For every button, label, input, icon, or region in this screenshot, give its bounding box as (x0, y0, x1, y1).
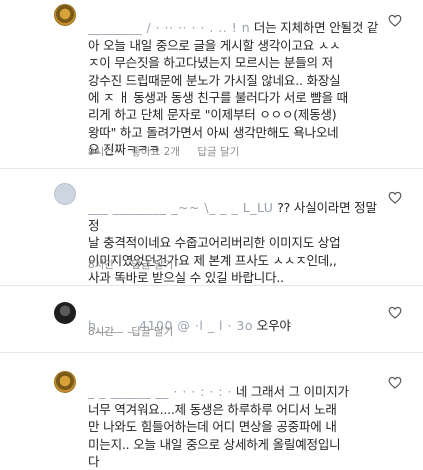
comment-time: 9시간 (88, 146, 115, 158)
divider (0, 168, 423, 169)
avatar[interactable] (54, 4, 76, 26)
avatar[interactable] (54, 302, 76, 324)
comment-meta: 8시간 답글 달기 (88, 257, 187, 272)
heart-icon[interactable] (388, 306, 402, 319)
comment-time: 8시간 (88, 259, 115, 271)
comment-body: 더는 지체하면 안될것 같 아 오늘 내일 중으로 글을 게시할 생각이고요 ㅅ… (88, 20, 379, 158)
comment-text: ________ / · ·· ·· · · . .. ! n 더는 지체하면 … (88, 2, 388, 159)
comment-username[interactable]: ________ / · ·· ·· · · . .. ! n (88, 20, 250, 35)
heart-icon[interactable] (388, 191, 402, 204)
comment-text: _ _ ______ __ · · · : · : · 네 그래서 그 이미지가… (88, 366, 388, 470)
comment-meta: 9시간 좋아요 2개 답글 달기 (88, 144, 253, 159)
reply-button[interactable]: 답글 달기 (197, 146, 239, 158)
reply-button[interactable]: 답글 달기 (131, 326, 173, 338)
comment-likes[interactable]: 좋아요 2개 (131, 146, 180, 158)
comment-username[interactable]: ___ ________ _~~ \_ _ _ L_LU (88, 200, 273, 215)
comment-time: 8시간 (88, 326, 115, 338)
divider (0, 285, 423, 286)
avatar[interactable] (54, 371, 76, 393)
reply-button[interactable]: 답글 달기 (131, 259, 173, 271)
comment-item: ________ / · ·· ·· · · . .. ! n 더는 지체하면 … (0, 0, 423, 158)
divider (0, 352, 423, 353)
comment-meta: 8시간 답글 달기 (88, 324, 187, 339)
heart-icon[interactable] (388, 14, 402, 27)
heart-icon[interactable] (388, 376, 402, 389)
comment-body: 오우야 (256, 318, 291, 334)
avatar[interactable] (54, 183, 76, 205)
comment-username[interactable]: _ _ ______ __ · · · : · : · (88, 384, 232, 399)
